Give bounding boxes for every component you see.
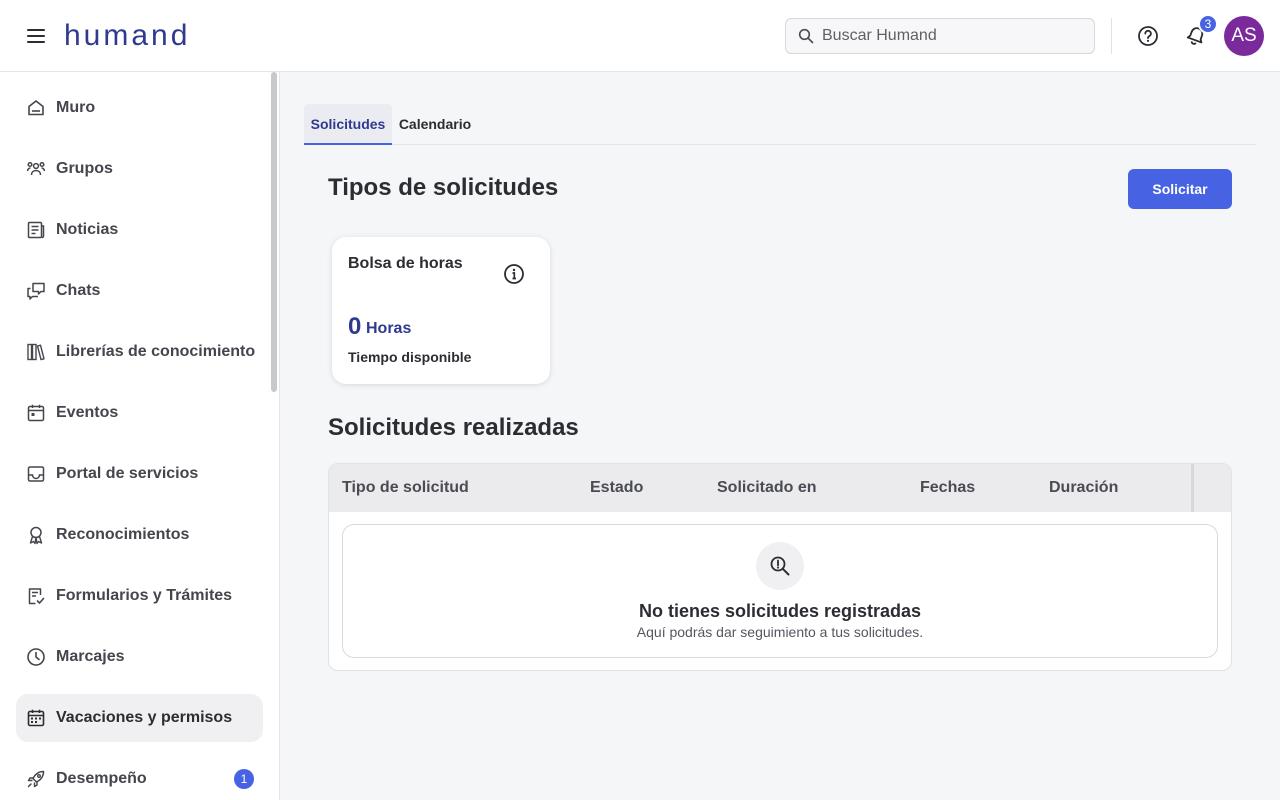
sidebar-item-marcajes[interactable]: Marcajes [16,633,263,681]
award-icon [26,525,46,545]
news-icon [26,220,46,240]
table-header: Tipo de solicitud Estado Solicitado en F… [329,464,1231,512]
clock-icon [26,647,46,667]
sidebar-item-formularios[interactable]: Formularios y Trámites [16,572,263,620]
sidebar-item-label: Grupos [56,160,113,177]
column-header[interactable]: Solicitado en [717,464,817,512]
solicitar-button[interactable]: Solicitar [1128,169,1232,209]
sidebar-item-label: Desempeño [56,770,147,787]
groups-icon [26,159,46,179]
header-divider [1111,18,1112,54]
request-type-card[interactable]: Bolsa de horas 0 Horas Tiempo disponible [332,237,550,384]
home-icon [26,98,46,118]
sidebar: Muro Grupos Noticias Chats Librerías de … [0,72,280,800]
form-check-icon [26,586,46,606]
sidebar-item-vacaciones[interactable]: Vacaciones y permisos [16,694,263,742]
sidebar-item-reconocimientos[interactable]: Reconocimientos [16,511,263,559]
types-section-title: Tipos de solicitudes [328,174,559,201]
sidebar-item-label: Eventos [56,404,119,421]
sidebar-item-label: Formularios y Trámites [56,587,233,604]
calendar-grid-icon [26,708,46,728]
requests-table: Tipo de solicitud Estado Solicitado en F… [328,463,1232,671]
search-input[interactable] [822,27,1082,45]
column-header[interactable]: Duración [1049,464,1118,512]
sidebar-item-label: Muro [56,99,96,116]
card-caption: Tiempo disponible [348,349,472,365]
requests-section-title: Solicitudes realizadas [328,414,579,441]
card-title: Bolsa de horas [348,255,463,272]
empty-state: No tienes solicitudes registradas Aquí p… [342,524,1218,658]
sidebar-item-chats[interactable]: Chats [16,267,263,315]
rocket-icon [26,769,46,789]
desempeno-badge: 1 [234,769,254,789]
sidebar-item-label: Reconocimientos [56,526,190,543]
sidebar-item-portal-servicios[interactable]: Portal de servicios [16,450,263,498]
card-value: 0 [348,313,362,340]
tab-bar: Solicitudes Calendario [304,104,1256,145]
library-icon [26,342,46,362]
app-logo[interactable]: humand [64,16,190,56]
chats-icon [26,281,46,301]
sidebar-item-eventos[interactable]: Eventos [16,389,263,437]
hamburger-icon[interactable] [22,22,50,50]
calendar-icon [26,403,46,423]
notifications-badge: 3 [1198,14,1218,34]
tab-solicitudes[interactable]: Solicitudes [304,104,392,145]
column-divider [1191,464,1194,512]
help-circle-icon[interactable] [1134,22,1162,50]
search-icon [798,28,814,44]
sidebar-item-noticias[interactable]: Noticias [16,206,263,254]
sidebar-item-label: Chats [56,282,101,299]
empty-state-title: No tienes solicitudes registradas [638,601,922,621]
sidebar-item-librerias[interactable]: Librerías de conocimiento [16,328,263,376]
tab-calendario[interactable]: Calendario [392,104,478,144]
sidebar-item-grupos[interactable]: Grupos [16,145,263,193]
column-header[interactable]: Fechas [920,464,975,512]
sidebar-item-label: Noticias [56,221,119,238]
sidebar-scrollbar[interactable] [271,72,277,392]
empty-state-subtitle: Aquí podrás dar seguimiento a tus solici… [636,624,924,640]
search-zoom-icon [756,542,804,590]
search-box[interactable] [785,18,1095,54]
avatar[interactable]: AS [1224,16,1264,56]
sidebar-item-muro[interactable]: Muro [16,84,263,132]
sidebar-item-label: Marcajes [56,648,125,665]
inbox-icon [26,464,46,484]
column-header[interactable]: Estado [590,464,643,512]
sidebar-item-desempeno[interactable]: Desempeño 1 [16,755,263,800]
sidebar-item-label: Portal de servicios [56,465,199,482]
info-icon[interactable] [502,262,526,286]
column-header[interactable]: Tipo de solicitud [342,464,469,512]
sidebar-item-label: Librerías de conocimiento [56,343,256,360]
sidebar-item-label: Vacaciones y permisos [56,709,233,726]
top-header: humand 3 AS [0,0,1280,72]
card-unit: Horas [366,320,412,337]
